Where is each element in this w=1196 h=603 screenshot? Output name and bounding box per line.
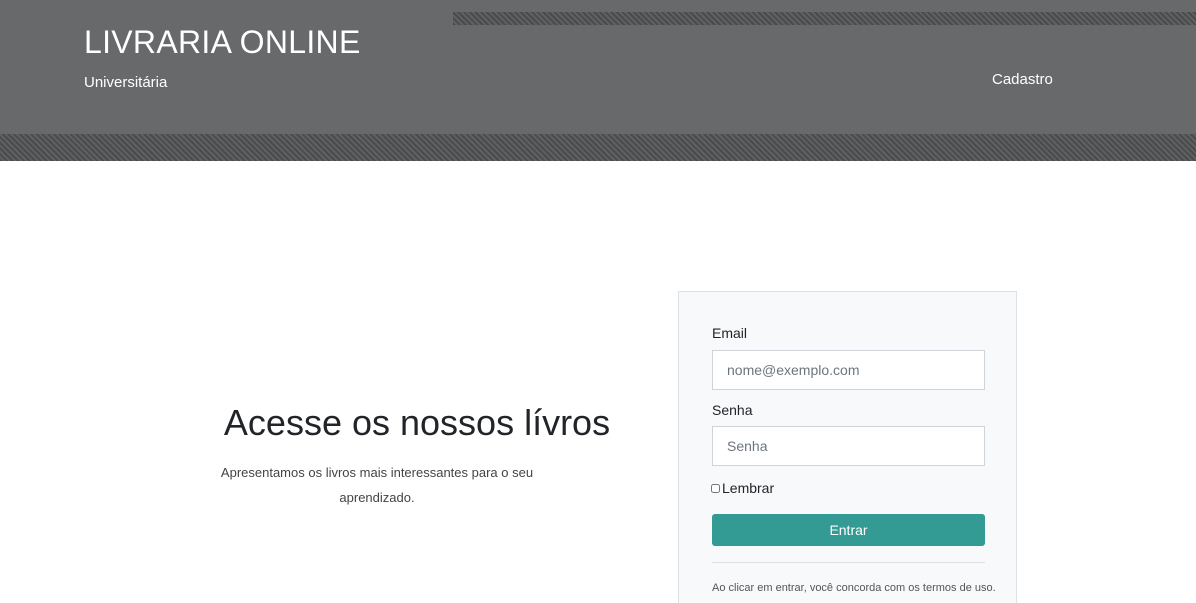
divider [712,562,985,563]
remember-option[interactable]: Lembrar [711,480,774,496]
password-input[interactable] [712,426,985,466]
email-label: Email [712,325,748,341]
hero-description: Apresentamos os livros mais interessante… [220,465,534,505]
header-stripe-top [453,12,1196,25]
login-button[interactable]: Entrar [712,514,985,546]
nav-signup-link[interactable]: Cadastro [992,71,1053,88]
hero-title: Acesse os nossos lívros [223,402,611,443]
site-header: LIVRARIA ONLINE Universitária Cadastro [0,0,1196,161]
remember-label: Lembrar [722,480,775,496]
header-stripe-bottom [0,134,1196,161]
login-card: Email Senha Lembrar Entrar Ao clicar em … [678,291,1017,603]
email-input[interactable] [712,350,985,390]
terms-notice: Ao clicar em entrar, você concorda com o… [712,582,996,594]
remember-checkbox[interactable] [711,483,720,493]
brand-title[interactable]: LIVRARIA ONLINE [84,24,361,61]
password-label: Senha [712,402,753,418]
brand-subtitle: Universitária [84,74,168,91]
